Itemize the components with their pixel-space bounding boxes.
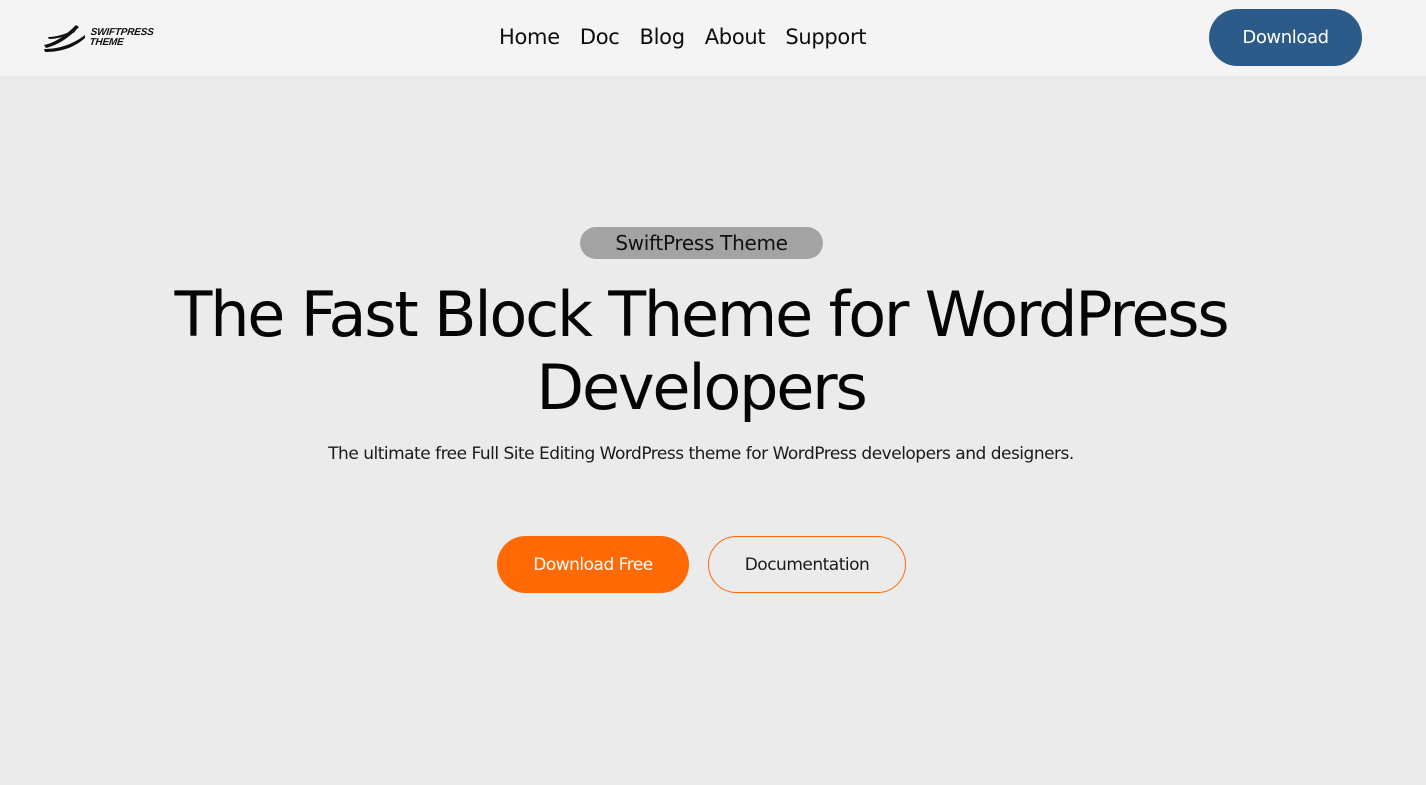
hero-headline: The Fast Block Theme for WordPress Devel…	[174, 278, 1230, 424]
site-logo[interactable]: SWIFTPRESS THEME	[42, 22, 154, 54]
nav-item-blog[interactable]: Blog	[640, 22, 686, 52]
header-download-button[interactable]: Download	[1209, 9, 1362, 66]
documentation-button[interactable]: Documentation	[708, 536, 906, 593]
logo-text-line2: THEME	[88, 37, 125, 48]
nav-item-about[interactable]: About	[705, 22, 766, 52]
logo-text: SWIFTPRESS THEME	[88, 27, 154, 48]
download-free-button[interactable]: Download Free	[497, 536, 689, 593]
site-header: SWIFTPRESS THEME Home Doc Blog About Sup…	[0, 0, 1426, 76]
nav-item-support[interactable]: Support	[785, 22, 866, 52]
hero-subtext: The ultimate free Full Site Editing Word…	[328, 444, 1074, 464]
main-nav: Home Doc Blog About Support	[499, 22, 886, 52]
nav-item-doc[interactable]: Doc	[580, 22, 620, 52]
theme-badge: SwiftPress Theme	[580, 227, 823, 259]
swoosh-logo-icon	[42, 23, 86, 53]
nav-item-home[interactable]: Home	[499, 22, 560, 52]
